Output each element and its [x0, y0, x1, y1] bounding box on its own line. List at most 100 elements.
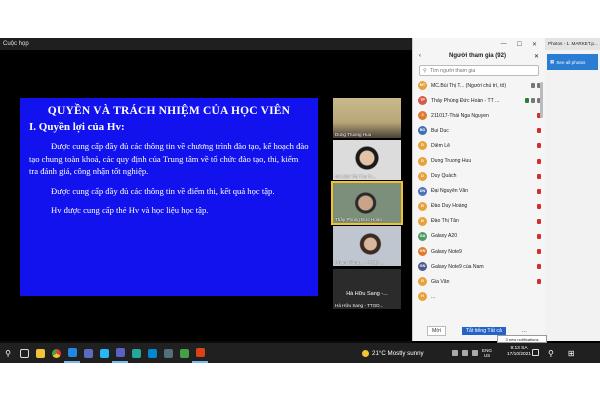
network-icon[interactable]	[462, 350, 468, 356]
tile-caption: Phạm Hồng ... - PGD ...	[335, 260, 384, 265]
app-icon[interactable]	[80, 343, 96, 363]
participant-name: Dung Truong Huu	[431, 158, 472, 165]
more-options-icon[interactable]: ...	[522, 328, 527, 334]
windows-taskbar: ⚲ 21°C Mostly sunny ENG US 9:13 SA 17/10…	[0, 343, 600, 363]
video-tile-active-speaker[interactable]: Thầy Phùng Đức Hoàn - ...	[331, 181, 403, 225]
avatar: D	[418, 141, 427, 151]
clock-time: 9:13 SA	[510, 346, 528, 351]
participant-list: MT MC.Bùi Thị T... (Người chủ trì, tổ) TP…	[413, 78, 546, 318]
volume-icon[interactable]	[472, 350, 478, 356]
window-controls: — ☐ ✕	[413, 38, 545, 50]
avatar: D	[418, 171, 427, 181]
participant-row[interactable]: D Duy Quách	[413, 169, 546, 184]
participant-row[interactable]: DN Đại Nguyễn Văn	[413, 184, 546, 199]
avatar: 2	[418, 111, 427, 121]
search-input[interactable]	[429, 67, 535, 74]
participant-row[interactable]: GA Galaxy A20	[413, 229, 546, 244]
mic-muted-icon	[537, 233, 541, 239]
participant-name: Đào Duy Hoàng	[431, 203, 468, 210]
minimize-icon[interactable]: —	[501, 41, 507, 47]
app-icon[interactable]	[96, 343, 112, 363]
maximize-icon[interactable]: ☐	[517, 41, 522, 48]
see-all-photos-button[interactable]: ▦ See all photos	[547, 54, 598, 70]
tile-caption: Hà Hữu Sang - TTGD...	[335, 303, 384, 308]
mic-muted-icon	[537, 158, 541, 164]
panel-close-icon[interactable]: ✕	[534, 53, 539, 60]
participants-title: Người tham gia (92)	[449, 53, 506, 59]
participant-name: Bui Duc	[431, 127, 449, 134]
slide-paragraph: Được cung cấp đầy đủ các thông tin về đi…	[51, 185, 275, 196]
participant-row[interactable]: H...	[413, 289, 546, 304]
participant-name: MC.Bùi Thị T... (Người chủ trì, tổ)	[431, 82, 507, 89]
participant-row[interactable]: Đ Đào Thị Tân	[413, 214, 546, 229]
participant-row[interactable]: MT MC.Bùi Thị T... (Người chủ trì, tổ)	[413, 78, 546, 93]
file-explorer-icon[interactable]	[32, 343, 48, 363]
lang-region: US	[483, 353, 491, 358]
participant-row[interactable]: GN Galaxy Note9 của Nam	[413, 259, 546, 274]
video-tile[interactable]: Dung Truong Huu	[333, 98, 401, 138]
participant-row[interactable]: TP Thầy Phùng Đức Hoàn - TT ...	[413, 93, 546, 108]
participant-row[interactable]: Đ Đào Duy Hoàng	[413, 199, 546, 214]
search-icon[interactable]: ⚲	[0, 343, 16, 363]
video-tile[interactable]: MC.Bùi Thị Thu Tr...	[333, 140, 401, 180]
participant-row[interactable]: BD Bui Duc	[413, 123, 546, 138]
task-view-icon[interactable]	[16, 343, 32, 363]
photos-window: Photos - 1. MARKET.p... ▦ See all photos	[545, 38, 600, 341]
video-tile[interactable]: Phạm Hồng ... - PGD ...	[333, 226, 401, 266]
slide-paragraph: Được cung cấp đầy đủ các thông tin về ch…	[29, 141, 309, 176]
app-icon[interactable]	[160, 343, 176, 363]
powerpoint-icon[interactable]	[192, 343, 208, 363]
search-icon[interactable]: ⚲	[548, 349, 554, 358]
participants-panel: — ☐ ✕ ‹ Người tham gia (92) ✕ ⚲ MT MC.Bùi…	[412, 38, 545, 341]
toast-text: 3 new notifications	[505, 337, 539, 342]
avatar: D	[418, 156, 427, 166]
photos-icon: ▦	[550, 59, 555, 64]
participants-header: ‹ Người tham gia (92) ✕	[413, 50, 545, 62]
participant-row[interactable]: GN Galaxy Note9	[413, 244, 546, 259]
avatar: GN	[418, 247, 427, 257]
share-icon	[525, 98, 529, 104]
mic-icon	[531, 98, 535, 104]
slide-heading: I. Quyền lợi của Hv:	[29, 121, 125, 133]
mic-muted-icon	[537, 218, 541, 224]
meeting-window: QUYỀN VÀ TRÁCH NHIỆM CỦA HỌC VIÊN I. Quy…	[0, 50, 412, 353]
invite-button[interactable]: Mời	[427, 326, 446, 336]
photos-title: Photos - 1. MARKET.p...	[548, 41, 598, 46]
participant-row[interactable]: D Diễm Lê	[413, 138, 546, 153]
search-icon: ⚲	[423, 67, 427, 74]
participant-row[interactable]: D Dung Truong Huu	[413, 153, 546, 168]
notification-toast[interactable]: 3 new notifications	[497, 335, 547, 343]
close-icon[interactable]: ✕	[532, 41, 537, 48]
desktop-screen: Cuộc họp QUYỀN VÀ TRÁCH NHIỆM CỦA HỌC VI…	[0, 38, 600, 363]
window-title: Cuộc họp	[3, 41, 29, 47]
teams-icon[interactable]	[112, 343, 128, 363]
zalo-icon[interactable]	[64, 343, 80, 363]
participant-name: Thầy Phùng Đức Hoàn - TT ...	[431, 97, 500, 104]
photos-title-bar: Photos - 1. MARKET.p...	[545, 38, 600, 50]
app-icon[interactable]	[176, 343, 192, 363]
notification-center-icon[interactable]	[532, 349, 539, 356]
windows-start-icon[interactable]: ⊞	[568, 349, 575, 358]
mic-muted-icon	[537, 279, 541, 285]
participant-list-scrollbar[interactable]	[540, 82, 543, 118]
participant-name: 211017-Thái Nga Nguyen	[431, 112, 489, 119]
input-language[interactable]: ENG US	[482, 348, 492, 359]
participant-row[interactable]: G Gia Văn	[413, 274, 546, 289]
tray-chevron-icon[interactable]	[452, 350, 458, 356]
slide-title: QUYỀN VÀ TRÁCH NHIỆM CỦA HỌC VIÊN	[47, 105, 291, 117]
secondary-taskbar-tools: ⚲ ⊞	[548, 343, 575, 363]
weather-widget[interactable]: 21°C Mostly sunny	[362, 343, 424, 363]
mute-all-button[interactable]: Tắt tiếng Tất cả	[461, 327, 506, 335]
mic-muted-icon	[537, 249, 541, 255]
participant-row[interactable]: 2 211017-Thái Nga Nguyen	[413, 108, 546, 123]
taskbar-clock[interactable]: 9:13 SA 17/10/2021	[507, 346, 531, 358]
participant-search[interactable]: ⚲	[419, 65, 539, 76]
avatar: Đ	[418, 201, 427, 211]
photos-app-icon[interactable]	[144, 343, 160, 363]
mic-muted-icon	[537, 203, 541, 209]
chrome-icon[interactable]	[48, 343, 64, 363]
slide-paragraph: Hv được cung cấp thẻ Hv và học liệu học …	[51, 205, 209, 215]
app-icon[interactable]	[128, 343, 144, 363]
video-tile-name-only[interactable]: Hà Hữu Sang -... Hà Hữu Sang - TTGD...	[333, 269, 401, 309]
weather-text: 21°C Mostly sunny	[372, 349, 424, 357]
